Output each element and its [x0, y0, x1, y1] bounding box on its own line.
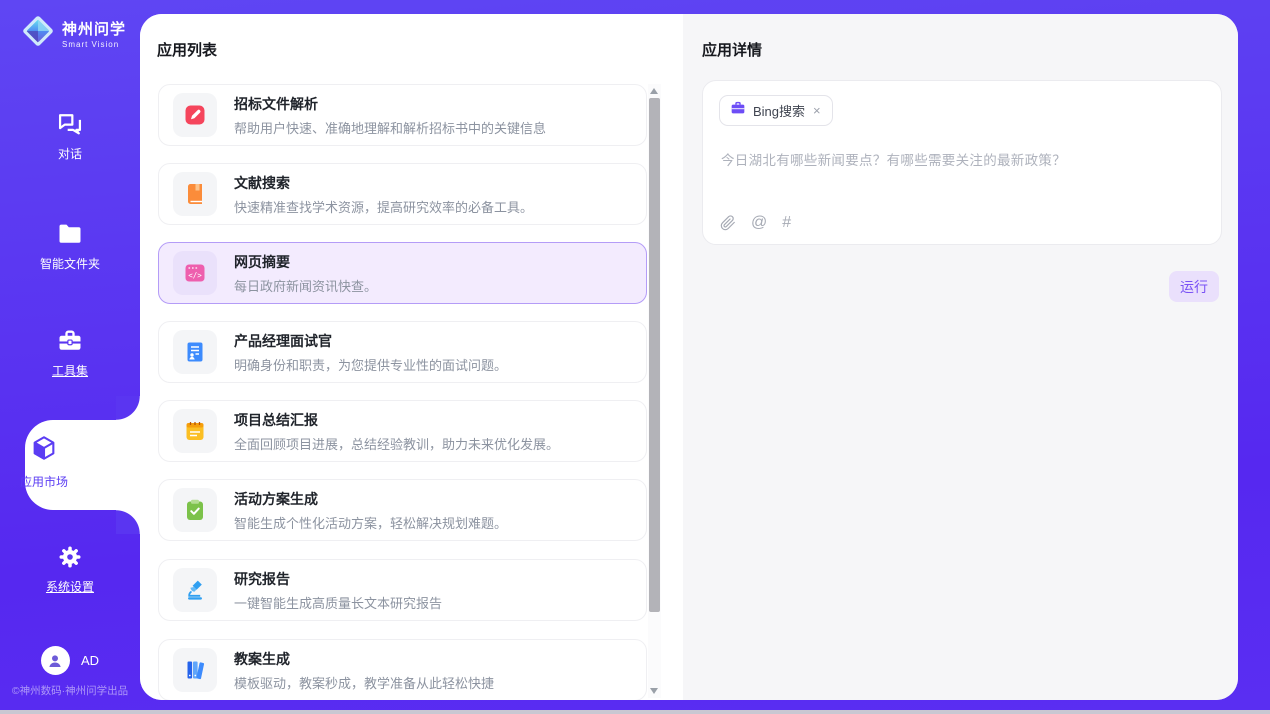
- app-card-event-plan[interactable]: 活动方案生成 智能生成个性化活动方案，轻松解决规划难题。: [158, 479, 647, 541]
- sidebar-item-app-market[interactable]: 应用市场: [0, 434, 88, 490]
- active-tab-curve-bottom: [116, 510, 140, 534]
- app-card-title: 产品经理面试官: [234, 331, 507, 351]
- app-card-desc: 每日政府新闻资讯快查。: [234, 276, 377, 295]
- app-card-web-summary-selected[interactable]: </> 网页摘要 每日政府新闻资讯快查。: [158, 242, 647, 304]
- sidebar-item-label: 工具集: [52, 362, 88, 379]
- user-name: AD: [81, 653, 99, 668]
- app-card-bid-analysis[interactable]: 招标文件解析 帮助用户快速、准确地理解和解析招标书中的关键信息: [158, 84, 647, 146]
- app-card-desc: 智能生成个性化活动方案，轻松解决规划难题。: [234, 513, 507, 532]
- app-card-title: 项目总结汇报: [234, 410, 559, 430]
- scrollbar[interactable]: [648, 84, 661, 698]
- scroll-up-button[interactable]: [650, 88, 658, 94]
- hash-icon[interactable]: #: [782, 215, 791, 231]
- run-button[interactable]: 运行: [1169, 271, 1219, 302]
- window-bottom-edge: [0, 710, 1270, 714]
- book-icon: [173, 172, 217, 216]
- app-card-title: 招标文件解析: [234, 94, 546, 114]
- scrollbar-thumb[interactable]: [649, 98, 660, 612]
- folder-icon: [56, 220, 84, 248]
- app-card-desc: 快速精准查找学术资源，提高研究效率的必备工具。: [234, 197, 533, 216]
- browser-code-icon: </>: [173, 251, 217, 295]
- input-toolbar: @ #: [720, 215, 791, 231]
- app-card-desc: 一键智能生成高质量长文本研究报告: [234, 593, 442, 612]
- sidebar-item-label: 智能文件夹: [40, 255, 100, 272]
- prompt-input-card[interactable]: Bing搜索 × 今日湖北有哪些新闻要点？有哪些需要关注的最新政策？ @ #: [702, 80, 1222, 245]
- app-card-title: 研究报告: [234, 569, 442, 589]
- app-detail-title: 应用详情: [702, 39, 762, 60]
- sidebar-item-label: 系统设置: [46, 578, 94, 595]
- chat-icon: [56, 110, 84, 138]
- sidebar-item-chat[interactable]: 对话: [0, 110, 140, 162]
- copyright-footer: ©神州数码·神州问学出品: [0, 683, 140, 698]
- app-name: 神州问学: [62, 18, 126, 39]
- svg-text:</>: </>: [188, 271, 202, 280]
- sidebar-item-settings[interactable]: 系统设置: [0, 543, 140, 595]
- app-list-panel: 应用列表 招标文件解析 帮助用户快速、准确地理解和解析招标书中的关键信息: [140, 14, 683, 700]
- logo-diamond-icon: [20, 13, 56, 54]
- app-subtitle: Smart Vision: [62, 40, 126, 49]
- sidebar-item-label: 应用市场: [20, 473, 68, 490]
- books-icon: [173, 648, 217, 692]
- app-card-title: 教案生成: [234, 649, 494, 669]
- user-avatar-icon: [41, 646, 70, 675]
- tool-chip-label: Bing搜索: [753, 101, 805, 120]
- app-card-research-report[interactable]: 研究报告 一键智能生成高质量长文本研究报告: [158, 559, 647, 621]
- sidebar: 神州问学 Smart Vision 对话 智能文件夹: [0, 0, 140, 714]
- app-card-title: 文献搜索: [234, 173, 533, 193]
- app-card-literature-search[interactable]: 文献搜索 快速精准查找学术资源，提高研究效率的必备工具。: [158, 163, 647, 225]
- app-card-desc: 模板驱动，教案秒成，教学准备从此轻松快捷: [234, 673, 494, 692]
- main-window: 应用列表 招标文件解析 帮助用户快速、准确地理解和解析招标书中的关键信息: [140, 14, 1238, 700]
- microscope-icon: [173, 568, 217, 612]
- app-detail-panel: 应用详情 Bing搜索 × 今日湖北有哪些新闻要点？有哪些需要关注的最新政策？: [683, 14, 1238, 700]
- scroll-down-button[interactable]: [650, 688, 658, 694]
- pen-square-icon: [173, 93, 217, 137]
- query-text-input[interactable]: 今日湖北有哪些新闻要点？有哪些需要关注的最新政策？: [721, 149, 1203, 169]
- app-list-title: 应用列表: [157, 39, 217, 60]
- close-icon[interactable]: ×: [812, 104, 822, 117]
- notepad-icon: [173, 409, 217, 453]
- cube-icon: [30, 434, 58, 467]
- sidebar-item-label: 对话: [58, 145, 82, 162]
- app-card-title: 活动方案生成: [234, 489, 507, 509]
- app-card-desc: 明确身份和职责，为您提供专业性的面试问题。: [234, 355, 507, 374]
- app-card-pm-interviewer[interactable]: 产品经理面试官 明确身份和职责，为您提供专业性的面试问题。: [158, 321, 647, 383]
- interview-doc-icon: [173, 330, 217, 374]
- sidebar-item-smart-folder[interactable]: 智能文件夹: [0, 220, 140, 272]
- app-card-lesson-plan[interactable]: 教案生成 模板驱动，教案秒成，教学准备从此轻松快捷: [158, 639, 647, 700]
- mention-icon[interactable]: @: [751, 215, 767, 231]
- app-card-project-summary[interactable]: 项目总结汇报 全面回顾项目进展，总结经验教训，助力未来优化发展。: [158, 400, 647, 462]
- app-logo: 神州问学 Smart Vision: [20, 13, 126, 54]
- gear-icon: [56, 543, 84, 571]
- clipboard-check-icon: [173, 488, 217, 532]
- attachment-icon[interactable]: [720, 215, 736, 231]
- active-tab-curve-top: [116, 396, 140, 420]
- toolbox-icon: [56, 327, 84, 355]
- app-card-desc: 帮助用户快速、准确地理解和解析招标书中的关键信息: [234, 118, 546, 137]
- sidebar-item-toolset[interactable]: 工具集: [0, 327, 140, 379]
- app-card-desc: 全面回顾项目进展，总结经验教训，助力未来优化发展。: [234, 434, 559, 453]
- user-account[interactable]: AD: [0, 646, 140, 675]
- briefcase-icon: [730, 100, 746, 121]
- app-card-title: 网页摘要: [234, 252, 377, 272]
- tool-chip-bing-search[interactable]: Bing搜索 ×: [719, 95, 833, 126]
